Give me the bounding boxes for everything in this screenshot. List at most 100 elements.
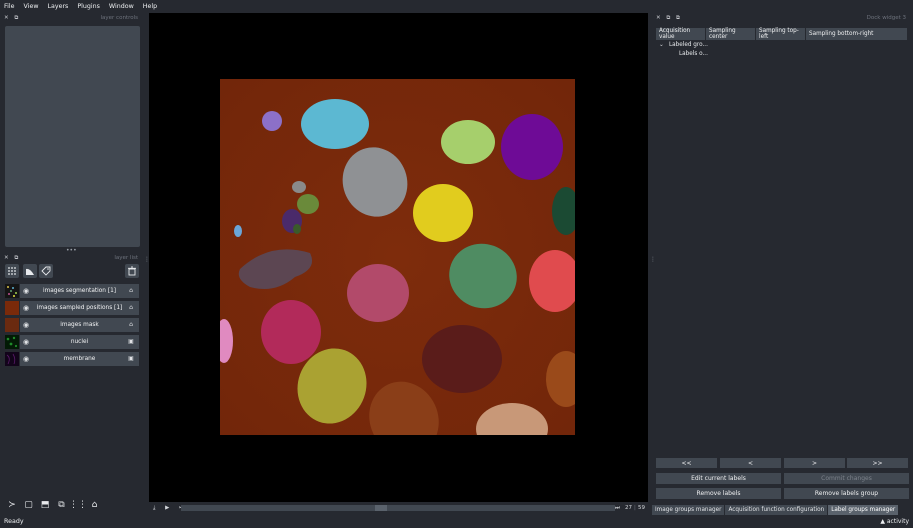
labels-tree: ⌄ Labeled gro... Labels o... [656, 41, 908, 61]
console-icon: ≻ [8, 500, 16, 510]
rotate-icon: ⧉ [58, 500, 65, 510]
current-frame[interactable]: 27 [625, 505, 632, 511]
frame-separator: | [634, 505, 636, 511]
shapes-icon [26, 268, 34, 275]
slider-track[interactable] [181, 505, 615, 511]
dims-slider: ⤓ ▶ ⏮ ⏭ 27 | 59 [149, 502, 648, 514]
menu-layers[interactable]: Layers [48, 3, 69, 10]
layer-thumbnail [5, 351, 19, 366]
column-header[interactable]: Sampling center [706, 28, 756, 40]
step-forward-icon[interactable]: ⏭ [615, 505, 620, 512]
labels-icon [41, 266, 51, 276]
delete-layer-button[interactable] [125, 264, 139, 278]
roll-dims-button[interactable]: ⬒ [38, 498, 52, 512]
segmentation-image[interactable] [220, 79, 575, 435]
cell-label [234, 225, 242, 237]
edit-current-labels-button[interactable]: Edit current labels [656, 473, 781, 484]
remove-labels-button[interactable]: Remove labels [656, 488, 781, 499]
tab-acquisition-function-configuration[interactable]: Acquisition function configuration [725, 505, 828, 515]
tab-label-groups-manager[interactable]: Label groups manager [828, 505, 899, 515]
column-header[interactable]: Sampling top-left [756, 28, 806, 40]
image-icon: ▣ [128, 355, 134, 362]
layer-row[interactable]: ◉ images segmentation [1] ⌂ [5, 283, 139, 298]
dock-float-icons[interactable]: ✕ ⧉ [4, 255, 20, 262]
layer-row[interactable]: ◉ membrane ▣ [5, 351, 139, 366]
new-shapes-layer-button[interactable] [23, 264, 37, 278]
layer-row[interactable]: ◉ images sampled positions [1] ⌂ [5, 300, 139, 315]
first-button[interactable]: << [656, 458, 717, 468]
menu-plugins[interactable]: Plugins [77, 3, 100, 10]
cell-label [441, 120, 495, 164]
image-icon: ▣ [128, 338, 134, 345]
menu-window[interactable]: Window [109, 3, 134, 10]
commit-changes-button[interactable]: Commit changes [784, 473, 909, 484]
tree-expander-icon[interactable]: ⌄ [659, 42, 664, 48]
last-button[interactable]: >> [847, 458, 908, 468]
tab-image-groups-manager[interactable]: Image groups manager [652, 505, 725, 515]
square-icon: ▢ [24, 500, 33, 510]
grid-icon: ⋮⋮ [69, 500, 87, 510]
new-labels-layer-button[interactable] [39, 264, 53, 278]
dock-tabs: Image groups manager Acquisition functio… [652, 505, 909, 515]
segmentation-labels [220, 79, 575, 435]
column-header[interactable]: Acquisition value [656, 28, 706, 40]
layer-buttons-bar [5, 264, 140, 279]
dock-splitter[interactable]: ⋮ [650, 257, 656, 270]
tree-item-child[interactable]: Labels o... [679, 51, 708, 57]
menu-help[interactable]: Help [143, 3, 157, 10]
menu-view[interactable]: View [24, 3, 39, 10]
layer-thumbnail [5, 317, 19, 332]
new-points-layer-button[interactable] [5, 264, 19, 278]
column-header[interactable]: Sampling bottom-right [806, 28, 907, 40]
layer-row[interactable]: ◉ images mask ⌂ [5, 317, 139, 332]
label-tag-icon: ⌂ [129, 304, 133, 311]
layer-list-title: layer list [114, 255, 138, 261]
layer-name: membrane [63, 355, 96, 362]
layer-name: images segmentation [1] [42, 287, 117, 294]
status-text: Ready [4, 518, 24, 525]
cell-label [413, 184, 473, 242]
cell-label [262, 111, 282, 131]
points-icon [8, 267, 16, 275]
dock-widget-title: Dock widget 3 [866, 15, 906, 21]
next-button[interactable]: > [784, 458, 845, 468]
ndisplay-button[interactable]: ▢ [22, 498, 36, 512]
layer-controls-titlebar: ✕ ⧉ layer controls [4, 14, 140, 24]
label-tag-icon: ⌂ [129, 321, 133, 328]
layer-name: nuclei [70, 338, 89, 345]
visibility-eye-icon[interactable]: ◉ [23, 287, 33, 295]
cell-label [422, 325, 502, 393]
layer-thumbnail [5, 300, 19, 315]
tree-item-root[interactable]: Labeled gro... [669, 42, 708, 48]
dock-float-icons[interactable]: ✕ ⧉ ⧉ [656, 15, 682, 22]
previous-button[interactable]: < [720, 458, 781, 468]
label-tag-icon: ⌂ [129, 287, 133, 294]
slider-handle[interactable] [375, 505, 388, 511]
transpose-button[interactable]: ⧉ [55, 498, 69, 512]
visibility-eye-icon[interactable]: ◉ [23, 304, 33, 312]
menu-file[interactable]: File [4, 3, 15, 10]
home-icon: ⌂ [91, 500, 98, 510]
console-button[interactable]: ≻ [5, 498, 19, 512]
activity-button[interactable]: ▲ activity [880, 518, 909, 525]
layer-thumbnail [5, 283, 19, 298]
dock-float-icons[interactable]: ✕ ⧉ [4, 15, 20, 22]
cell-label [301, 99, 369, 149]
layer-thumbnail [5, 334, 19, 349]
layer-name: images mask [60, 321, 99, 328]
status-bar: Ready ▲ activity [0, 516, 913, 528]
grid-button[interactable]: ⋮⋮ [69, 498, 87, 512]
visibility-eye-icon[interactable]: ◉ [23, 355, 33, 363]
dock-splitter[interactable]: ⋮ [144, 257, 150, 270]
visibility-eye-icon[interactable]: ◉ [23, 338, 33, 346]
dock-widget-titlebar: ✕ ⧉ ⧉ Dock widget 3 [656, 14, 908, 24]
home-button[interactable]: ⌂ [88, 498, 102, 512]
cell-label [347, 264, 409, 322]
layer-row[interactable]: ◉ nuclei ▣ [5, 334, 139, 349]
visibility-eye-icon[interactable]: ◉ [23, 321, 33, 329]
remove-labels-group-button[interactable]: Remove labels group [784, 488, 909, 499]
layer-list-titlebar: ✕ ⧉ layer list [4, 254, 140, 264]
cube-icon: ⬒ [40, 500, 50, 510]
dock-resize-handle[interactable]: ••• [66, 248, 77, 254]
viewer-canvas[interactable] [149, 13, 648, 502]
